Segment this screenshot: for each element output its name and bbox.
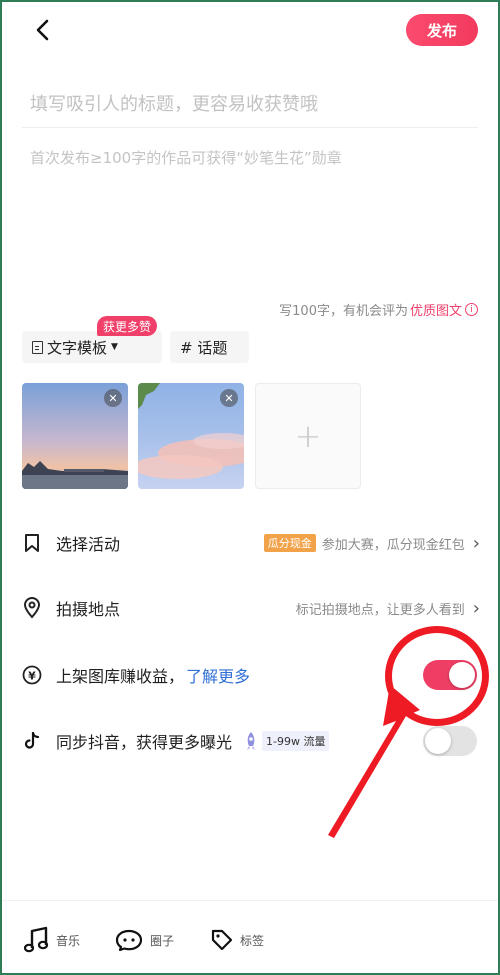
bottom-divider	[0, 900, 500, 901]
activity-desc: 参加大赛，瓜分现金红包	[321, 537, 465, 553]
location-label: 拍摄地点	[56, 600, 121, 619]
svg-text:¥: ¥	[28, 670, 36, 683]
title-divider	[22, 127, 478, 128]
remove-photo-button[interactable]: ✕	[220, 389, 238, 407]
document-icon	[32, 340, 43, 354]
more-likes-badge: 获更多赞	[97, 316, 158, 336]
toggle-knob	[449, 662, 475, 688]
sync-douyin-row: 同步抖音，获得更多曝光 1-99w 流量	[22, 721, 480, 761]
gallery-earnings-row: ¥ 上架图库赚收益， 了解更多	[22, 655, 480, 695]
traffic-badge: 1-99w 流量	[242, 731, 330, 751]
tags-label: 标签	[240, 933, 265, 948]
select-activity-row[interactable]: 选择活动 瓜分现金 参加大赛，瓜分现金红包 ›	[22, 523, 480, 563]
music-note-icon	[24, 926, 49, 953]
douyin-icon	[22, 732, 42, 750]
body-input[interactable]	[30, 145, 470, 295]
gallery-label: 上架图库赚收益，	[56, 667, 185, 686]
caret-down-icon: ▼	[111, 342, 118, 352]
rocket-icon	[247, 732, 256, 750]
photo-thumbnail[interactable]: ✕	[22, 383, 128, 489]
chat-bubble-icon	[115, 929, 143, 952]
traffic-text: 1-99w 流量	[262, 731, 330, 751]
chevron-right-icon: ›	[472, 532, 480, 554]
douyin-label: 同步抖音，获得更多曝光	[56, 733, 233, 752]
topic-label: # 话题	[180, 338, 228, 357]
hint-highlight-link[interactable]: 优质图文	[410, 300, 462, 319]
text-template-label: 文字模板	[47, 338, 108, 357]
gallery-toggle[interactable]	[423, 660, 477, 690]
location-pin-icon	[22, 597, 42, 619]
add-photo-button[interactable]: +	[255, 383, 361, 489]
chevron-right-icon: ›	[472, 597, 480, 619]
activity-label: 选择活动	[56, 535, 121, 554]
music-label: 音乐	[56, 933, 81, 948]
yuan-icon: ¥	[22, 665, 42, 685]
cash-tag: 瓜分现金	[263, 534, 316, 552]
publish-button[interactable]: 发布	[406, 14, 478, 46]
music-tab[interactable]: 音乐	[24, 925, 80, 955]
info-icon[interactable]: i	[465, 303, 478, 316]
chevron-left-icon	[36, 19, 49, 41]
douyin-toggle[interactable]	[423, 726, 477, 756]
plus-icon: +	[294, 417, 322, 455]
remove-photo-button[interactable]: ✕	[104, 389, 122, 407]
circle-tab[interactable]: 圈子	[114, 925, 174, 955]
learn-more-link[interactable]: 了解更多	[186, 663, 250, 687]
toggle-knob	[425, 728, 451, 754]
topic-button[interactable]: # 话题	[170, 331, 249, 363]
back-button[interactable]	[28, 14, 56, 46]
location-desc: 标记拍摄地点，让更多人看到	[295, 602, 465, 618]
circle-label: 圈子	[150, 933, 175, 948]
hint-text: 写100字，有机会评为	[279, 304, 408, 319]
bookmark-icon	[22, 533, 42, 553]
shooting-location-row[interactable]: 拍摄地点 标记拍摄地点，让更多人看到 ›	[22, 588, 480, 628]
tags-tab[interactable]: 标签	[210, 925, 264, 955]
tag-icon	[211, 929, 233, 951]
title-input[interactable]	[30, 86, 470, 122]
quality-hint: 写100字，有机会评为 优质图文 i	[279, 300, 478, 319]
photo-thumbnail[interactable]: ✕	[138, 383, 244, 489]
